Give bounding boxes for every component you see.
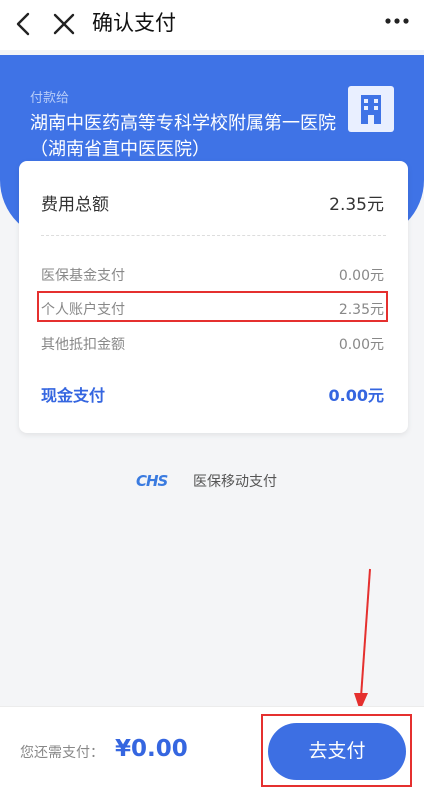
total-value: 2.35元 [329, 195, 384, 215]
annotation-arrow-icon [354, 568, 371, 711]
amount-due-label: 您还需支付： [20, 745, 104, 761]
page-title: 确认支付 [92, 11, 176, 35]
nav-bar: 确认支付 [0, 0, 424, 50]
close-icon[interactable] [50, 10, 78, 38]
personal-account-highlight [37, 291, 388, 322]
total-label: 费用总额 [41, 195, 109, 215]
fund-payment-value: 0.00元 [338, 268, 384, 284]
more-dots-icon[interactable] [384, 14, 410, 28]
divider [41, 235, 386, 236]
payee-label: 付款给 [30, 91, 70, 106]
cash-payment-label: 现金支付 [41, 386, 106, 405]
other-deduction-value: 0.00元 [338, 337, 384, 353]
other-deduction-label: 其他抵扣金额 [41, 337, 125, 353]
payee-name: 湖南中医药高等专科学校附属第一医院（湖南省直中医医院） [30, 113, 336, 160]
amount-due-value: ¥0.00 [115, 736, 188, 762]
fund-payment-label: 医保基金支付 [41, 268, 125, 284]
building-icon [348, 86, 394, 132]
chs-logo: CHS [136, 472, 168, 490]
chevron-left-icon[interactable] [10, 10, 38, 38]
pay-button-highlight [261, 714, 412, 787]
chs-text: 医保移动支付 [193, 474, 277, 490]
cash-payment-value: 0.00元 [328, 386, 384, 405]
